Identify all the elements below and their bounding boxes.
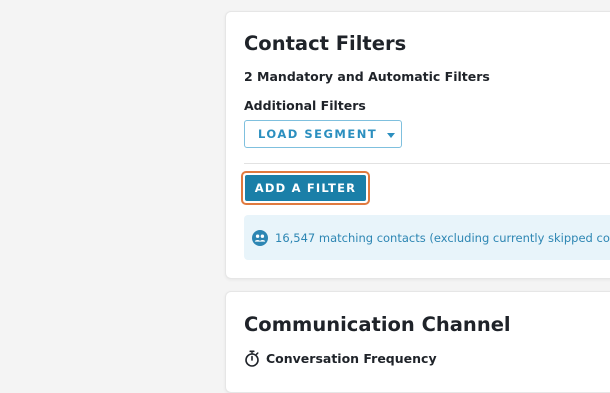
mandatory-filters-text: 2 Mandatory and Automatic Filters	[244, 69, 490, 84]
divider	[244, 163, 610, 164]
add-filter-button[interactable]: ADD A FILTER	[245, 175, 366, 201]
matching-contacts-banner: 16,547 matching contacts (excluding curr…	[244, 215, 610, 260]
caret-down-icon	[387, 132, 396, 138]
contact-filters-title: Contact Filters	[244, 32, 407, 55]
communication-channel-card: Communication Channel Conversation Frequ…	[225, 291, 610, 393]
add-filter-focus-ring: ADD A FILTER	[241, 171, 370, 205]
additional-filters-label: Additional Filters	[244, 98, 366, 113]
conversation-frequency-row: Conversation Frequency	[244, 350, 437, 367]
load-segment-button[interactable]: LOAD SEGMENT	[244, 120, 402, 148]
load-segment-label: LOAD SEGMENT	[258, 127, 378, 141]
stopwatch-icon	[245, 350, 259, 367]
add-filter-label: ADD A FILTER	[254, 181, 357, 195]
communication-channel-title: Communication Channel	[244, 313, 511, 336]
contact-filters-card: Contact Filters 2 Mandatory and Automati…	[225, 11, 610, 279]
conversation-frequency-label: Conversation Frequency	[266, 351, 437, 366]
contacts-group-icon	[252, 229, 268, 246]
matching-contacts-text: 16,547 matching contacts (excluding curr…	[275, 230, 610, 245]
